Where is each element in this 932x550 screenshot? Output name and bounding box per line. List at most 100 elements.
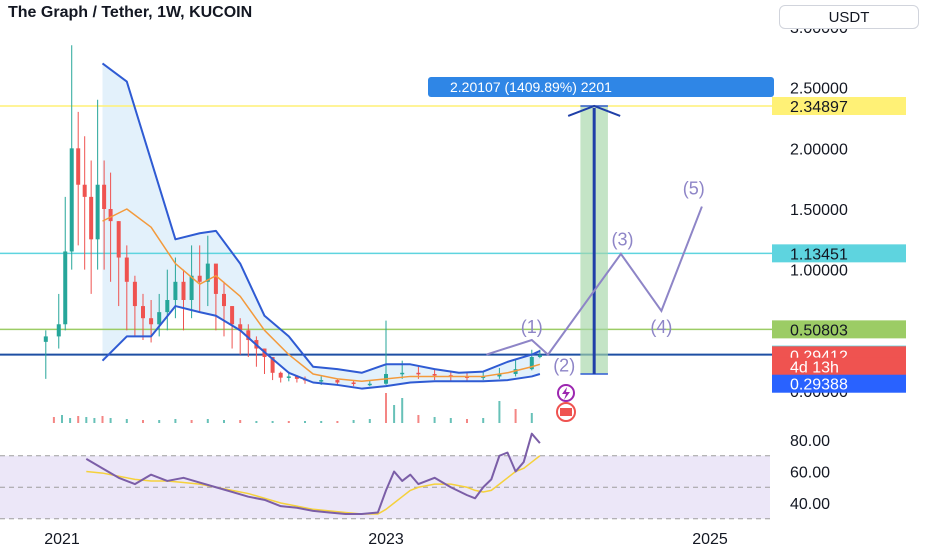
candle-body-2 [63,251,68,325]
volume-bar-8 [125,419,128,423]
volume-bar-13 [206,419,209,423]
price-label-2: 0.50803 [790,322,848,339]
bollinger-upper [101,62,541,374]
rsi-panel [0,432,770,520]
volume-bar-15 [239,420,242,423]
candle-body-20 [197,275,202,282]
price-label-6: 0.29388 [790,377,848,394]
rsi-tick-1: 60.00 [790,465,830,482]
candle-body-5 [82,184,87,197]
candle-body-36 [351,382,356,385]
candle-body-40 [416,372,421,375]
candle-body-37 [367,383,372,386]
candle-body-9 [108,209,113,222]
candle-body-16 [165,300,170,313]
volume-bar-20 [320,421,323,423]
volume-bar-30 [466,419,468,423]
volume-bar-24 [385,393,387,423]
volume-bar-5 [93,418,96,423]
bollinger-band [102,63,540,389]
volume-bar-29 [449,418,452,423]
volume-bar-1 [61,415,63,423]
volume-bar-10 [158,420,161,423]
volume-bars [52,393,533,423]
candle-body-6 [89,196,94,240]
event-icons [556,384,576,422]
wave-label-4: (4) [650,317,672,337]
x-tick-2021: 2021 [44,531,80,548]
volume-bar-7 [109,418,112,423]
y-tick-2: 2.00000 [790,141,848,158]
chart-title: The Graph / Tether, 1W, KUCOIN [8,4,253,21]
candle-body-14 [149,318,154,325]
candle-body-17 [173,281,178,300]
rsi-tick-0: 80.00 [790,433,830,450]
volume-bar-12 [190,420,193,423]
candle-body-31 [286,376,291,378]
volume-bar-14 [223,420,225,423]
wave-label-5: (5) [683,178,705,198]
wave-label-2: (2) [553,356,575,376]
y-tick-3: 1.50000 [790,202,848,219]
candle-body-12 [132,281,137,307]
wave-labels: (1) (2) (3) (4) (5) [521,178,705,375]
volume-bar-17 [271,421,274,423]
volume-bar-28 [433,417,436,423]
rsi-tick-2: 40.00 [790,496,830,513]
candle-body-11 [124,257,129,282]
volume-bar-34 [530,413,533,423]
price-label-5: 4d 13h [790,360,839,377]
volume-bar-11 [174,419,177,423]
candle-body-30 [278,372,283,378]
volume-bar-22 [352,420,355,423]
x-tick-2025: 2025 [692,531,728,548]
candle-body-1 [56,324,61,337]
candle-body-7 [95,184,100,240]
bollinger-fill [102,63,540,389]
wave-label-1: (1) [521,317,543,337]
price-label-1: 1.13451 [790,246,848,263]
volume-bar-2 [69,418,72,423]
candle-body-0 [43,336,48,342]
volume-bar-23 [368,419,371,423]
currency-button[interactable]: USDT [779,5,919,29]
candle-body-13 [141,306,145,319]
volume-bar-9 [142,420,144,423]
x-axis: 2021 2023 2025 [44,531,728,548]
candle-body-8 [102,184,107,209]
y-tick-1: 2.50000 [790,81,848,98]
candle-body-48 [537,355,542,358]
candle-body-41 [432,374,437,376]
candle-body-15 [157,312,162,325]
candle-body-24 [230,306,235,325]
volume-bar-21 [336,421,339,423]
measure-label: 2.20107 (1409.89%) 2201 [428,77,774,97]
candle-body-34 [319,380,324,382]
wave-label-3: (3) [612,229,634,249]
volume-bar-27 [417,415,420,423]
volume-bar-19 [304,421,306,423]
us-flag-stripes-icon [560,408,572,416]
candle-body-35 [335,380,340,383]
candle-body-4 [76,148,81,185]
volume-bar-25 [393,405,396,423]
y-axis: 80.0060.0040.003.000002.500002.000001.50… [790,20,848,513]
volume-bar-0 [52,417,55,423]
candle-body-23 [222,293,226,307]
candle-body-39 [400,372,405,375]
volume-bar-33 [514,409,517,423]
volume-bar-32 [498,401,501,423]
volume-bar-16 [255,421,258,423]
y-tick-4: 1.00000 [790,263,848,280]
price-label-0: 2.34897 [790,99,848,116]
volume-bar-4 [85,417,88,423]
volume-bar-26 [401,398,404,423]
candle-body-18 [181,281,186,300]
volume-bar-3 [77,416,80,423]
candle-body-22 [213,263,218,294]
volume-bar-6 [101,416,104,423]
candle-body-10 [116,221,121,258]
volume-bar-31 [482,418,485,423]
x-tick-2023: 2023 [368,531,404,548]
candle-body-3 [69,148,74,252]
